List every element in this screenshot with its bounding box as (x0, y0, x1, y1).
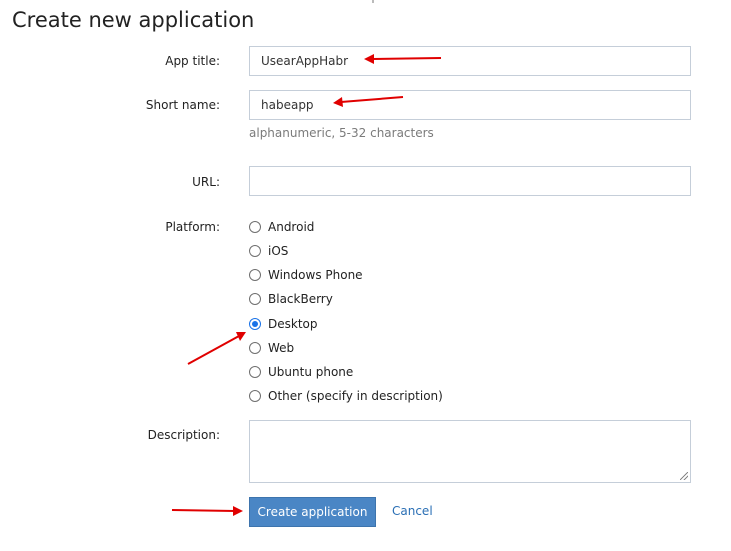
arrow-icon (171, 506, 243, 516)
platform-option-label: BlackBerry (268, 292, 333, 306)
platform-option-blackberry[interactable]: BlackBerry (249, 290, 333, 308)
description-label: Description: (147, 428, 220, 442)
platform-option-web[interactable]: Web (249, 339, 294, 357)
arrow-icon (187, 332, 246, 365)
top-edge-mark (372, 0, 374, 3)
platform-option-label: Other (specify in description) (268, 389, 443, 403)
platform-option-label: iOS (268, 244, 289, 258)
radio-button[interactable] (249, 293, 261, 305)
platform-option-android[interactable]: Android (249, 218, 314, 236)
platform-option-label: Android (268, 220, 315, 234)
short-name-label: Short name: (145, 98, 220, 112)
platform-option-other[interactable]: Other (specify in description) (249, 387, 443, 405)
url-input[interactable] (249, 166, 691, 196)
create-application-button[interactable]: Create application (249, 497, 376, 527)
app-title-input[interactable] (249, 46, 691, 76)
radio-button[interactable] (249, 245, 261, 257)
cancel-link[interactable]: Cancel (392, 504, 433, 518)
short-name-hint: alphanumeric, 5-32 characters (249, 126, 434, 140)
platform-option-ubuntu-phone[interactable]: Ubuntu phone (249, 363, 353, 381)
resize-grip-icon[interactable] (680, 472, 688, 480)
radio-button[interactable] (249, 366, 261, 378)
platform-option-ios[interactable]: iOS (249, 242, 288, 260)
radio-button[interactable] (249, 221, 261, 233)
platform-option-label: Ubuntu phone (268, 365, 354, 379)
radio-button[interactable] (249, 342, 261, 354)
short-name-input[interactable] (249, 90, 691, 120)
radio-button[interactable] (249, 269, 261, 281)
app-title-label: App title: (165, 54, 220, 68)
radio-button[interactable] (249, 390, 261, 402)
platform-option-label: Web (268, 341, 295, 355)
platform-label: Platform: (165, 220, 220, 234)
radio-button-checked[interactable] (249, 318, 261, 330)
url-label: URL: (192, 175, 220, 189)
platform-option-windows-phone[interactable]: Windows Phone (249, 266, 363, 284)
platform-option-label: Desktop (268, 317, 318, 331)
platform-option-label: Windows Phone (268, 268, 363, 282)
description-textarea[interactable] (249, 420, 691, 483)
page-title: Create new application (12, 8, 255, 32)
platform-option-desktop[interactable]: Desktop (249, 315, 318, 333)
